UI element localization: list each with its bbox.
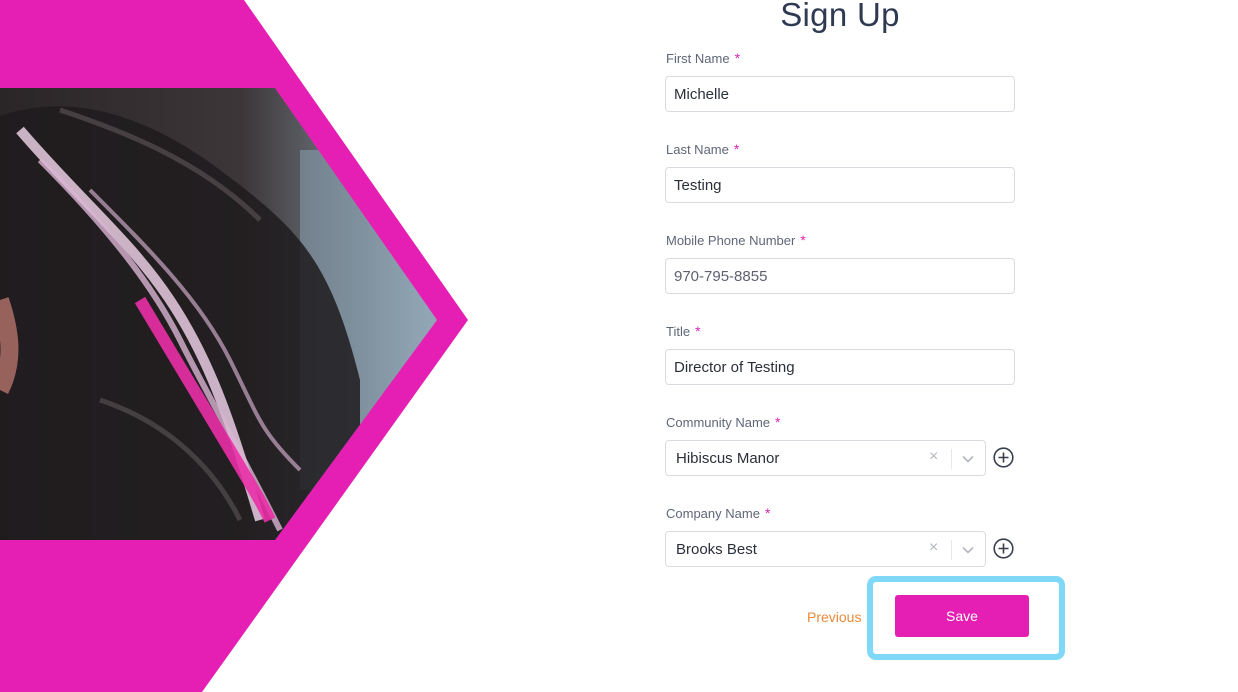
chevron-down-icon[interactable] xyxy=(961,452,975,466)
chevron-down-icon[interactable] xyxy=(961,543,975,557)
last-name-input[interactable] xyxy=(665,167,1015,203)
required-marker: * xyxy=(764,505,771,521)
community-name-label: Community Name * xyxy=(666,414,780,430)
plus-circle-icon[interactable] xyxy=(993,538,1014,559)
save-button[interactable]: Save xyxy=(895,595,1029,637)
company-name-select[interactable]: Brooks Best × xyxy=(665,531,986,567)
page-title: Sign Up xyxy=(780,0,900,33)
mobile-phone-input[interactable] xyxy=(665,258,1015,294)
community-name-select[interactable]: Hibiscus Manor × xyxy=(665,440,986,476)
hero-panel xyxy=(0,0,480,692)
hero-graphic xyxy=(0,0,468,692)
last-name-label: Last Name * xyxy=(666,141,739,157)
clear-icon[interactable]: × xyxy=(929,539,938,557)
company-name-label: Company Name * xyxy=(666,505,770,521)
community-name-label-text: Community Name xyxy=(666,415,771,430)
community-name-value: Hibiscus Manor xyxy=(676,450,780,467)
required-marker: * xyxy=(775,414,781,430)
title-input[interactable] xyxy=(665,349,1015,385)
required-marker: * xyxy=(695,323,701,339)
company-name-label-text: Company Name xyxy=(666,506,760,521)
required-marker: * xyxy=(800,232,806,248)
first-name-input[interactable] xyxy=(665,76,1015,112)
first-name-label: First Name * xyxy=(666,50,740,66)
title-label: Title * xyxy=(666,323,701,339)
company-name-value: Brooks Best xyxy=(676,541,757,558)
plus-circle-icon[interactable] xyxy=(993,447,1014,468)
mobile-phone-label-text: Mobile Phone Number xyxy=(666,233,796,248)
select-separator xyxy=(951,449,952,469)
last-name-label-text: Last Name xyxy=(666,142,729,157)
previous-link[interactable]: Previous xyxy=(807,609,861,625)
select-separator xyxy=(951,540,952,560)
required-marker: * xyxy=(734,50,741,66)
first-name-label-text: First Name xyxy=(666,51,730,66)
clear-icon[interactable]: × xyxy=(929,448,938,466)
mobile-phone-label: Mobile Phone Number * xyxy=(666,232,806,248)
title-label-text: Title xyxy=(666,324,691,339)
hero-photo xyxy=(0,88,437,540)
required-marker: * xyxy=(733,141,740,157)
